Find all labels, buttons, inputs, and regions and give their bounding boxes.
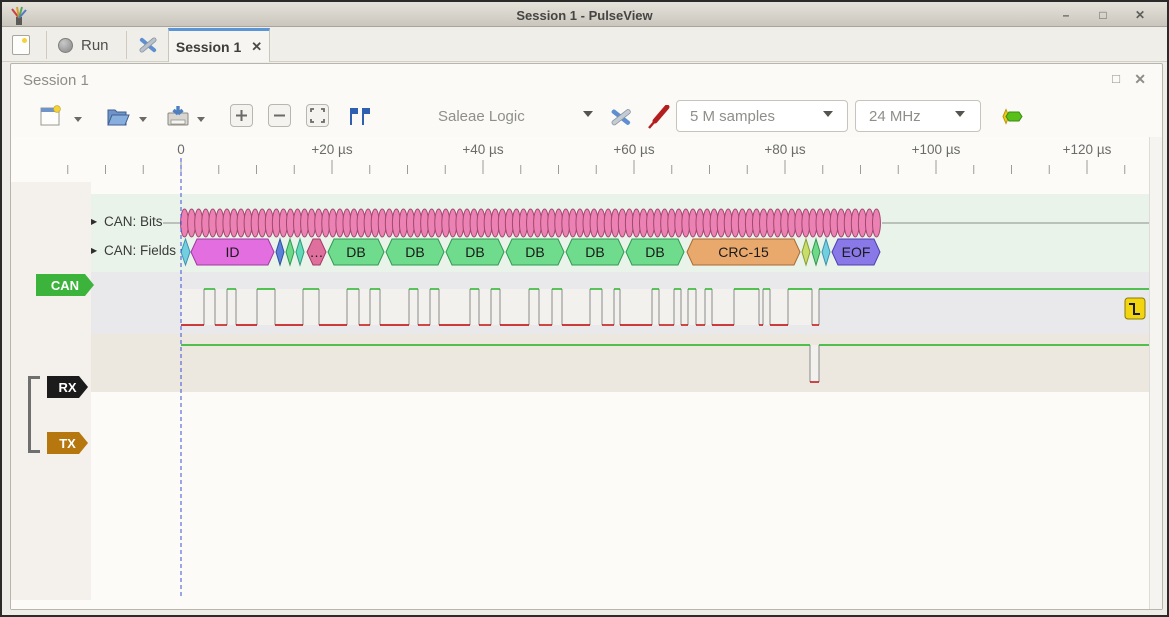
svg-text:+120 µs: +120 µs (1063, 142, 1112, 157)
signal-tag-tx-label: TX (59, 436, 76, 451)
svg-text:…: … (310, 244, 324, 260)
zoom-out-button[interactable] (268, 104, 291, 127)
new-session-icon[interactable] (12, 35, 30, 55)
sample-count-value: 5 M samples (690, 108, 775, 125)
sample-count-caret-icon (823, 111, 833, 117)
sample-rate-caret-icon (955, 111, 965, 117)
dock-title: Session 1 (23, 72, 89, 89)
toolbar-separator (126, 31, 127, 59)
svg-text:+20 µs: +20 µs (311, 142, 352, 157)
window-title: Session 1 - PulseView (2, 8, 1167, 23)
zoom-in-button[interactable] (230, 104, 253, 127)
run-label: Run (81, 37, 109, 54)
session-dock: Session 1 □ ✕ (10, 63, 1163, 610)
markers-icon[interactable] (345, 105, 371, 128)
open-file-icon[interactable] (106, 105, 130, 128)
sample-rate-value: 24 MHz (869, 108, 921, 125)
main-toolbar: Run Session 1 ✕ (2, 28, 1167, 62)
row-label-can-bits: CAN: Bits (104, 214, 163, 229)
titlebar[interactable]: Session 1 - PulseView – □ ✕ (2, 0, 1167, 27)
svg-text:DB: DB (346, 244, 365, 260)
svg-text:DB: DB (525, 244, 544, 260)
decoder-tag-can-label: CAN (51, 278, 79, 293)
capture-toolbar: Saleae Logic 5 M samples 24 MHz (11, 97, 1162, 137)
expander-can-bits-icon[interactable]: ▶ (91, 217, 97, 226)
svg-text:+80 µs: +80 µs (764, 142, 805, 157)
svg-text:EOF: EOF (842, 244, 871, 260)
channel-group-bracket[interactable] (28, 376, 40, 453)
device-select-caret-icon (583, 111, 593, 117)
svg-text:0: 0 (177, 142, 185, 157)
run-state-icon (58, 38, 73, 53)
time-ruler[interactable]: 0 +20 µs +40 µs +60 µs +80 µs +100 µs +120 µs (68, 142, 1162, 174)
minus-icon (269, 105, 290, 126)
new-view-icon[interactable] (39, 105, 62, 128)
channels-config-icon[interactable] (607, 105, 635, 130)
save-icon[interactable] (166, 105, 190, 128)
svg-text:ID: ID (226, 244, 240, 260)
fit-view-icon (307, 105, 328, 126)
trace-view[interactable]: 0 +20 µs +40 µs +60 µs +80 µs +100 µs +120 µs I… (11, 137, 1162, 609)
device-select-value: Saleae Logic (438, 108, 525, 125)
tab-close-icon[interactable]: ✕ (251, 39, 262, 55)
dock-header[interactable]: Session 1 □ ✕ (11, 64, 1162, 96)
add-decoder-icon[interactable] (999, 108, 1025, 125)
right-gutter (1149, 137, 1162, 609)
dock-close-icon[interactable]: ✕ (1134, 71, 1146, 88)
row-label-can-fields: CAN: Fields (104, 243, 176, 258)
signal-tag-rx-label: RX (58, 380, 76, 395)
settings-tools-icon[interactable] (136, 34, 160, 56)
svg-text:DB: DB (585, 244, 604, 260)
trace-canvas[interactable]: 0 +20 µs +40 µs +60 µs +80 µs +100 µs +120 µs I… (11, 137, 1162, 609)
pulseview-window: Session 1 - PulseView – □ ✕ Run Session … (0, 0, 1169, 617)
svg-text:+60 µs: +60 µs (613, 142, 654, 157)
svg-text:DB: DB (405, 244, 424, 260)
dock-float-icon[interactable]: □ (1112, 71, 1120, 86)
expander-can-fields-icon[interactable]: ▶ (91, 246, 97, 255)
svg-text:DB: DB (645, 244, 664, 260)
open-file-dropdown-icon[interactable] (139, 117, 147, 122)
probe-icon[interactable] (645, 105, 671, 130)
decoder-tag-can[interactable]: CAN (36, 274, 94, 296)
svg-text:+100 µs: +100 µs (912, 142, 961, 157)
save-dropdown-icon[interactable] (197, 117, 205, 122)
toolbar-separator (46, 31, 47, 59)
trigger-marker-falling-edge-icon[interactable] (1125, 298, 1145, 319)
maximize-icon[interactable]: □ (1094, 7, 1112, 23)
plus-icon (231, 105, 252, 126)
new-view-dropdown-icon[interactable] (74, 117, 82, 122)
run-button[interactable]: Run (58, 31, 109, 59)
close-icon[interactable]: ✕ (1131, 7, 1149, 23)
zoom-fit-button[interactable] (306, 104, 329, 127)
svg-text:CRC-15: CRC-15 (718, 244, 769, 260)
minimize-icon[interactable]: – (1057, 7, 1075, 23)
svg-text:+40 µs: +40 µs (462, 142, 503, 157)
tab-session-1[interactable]: Session 1 ✕ (168, 28, 270, 62)
tab-label: Session 1 (176, 39, 241, 55)
svg-text:DB: DB (465, 244, 484, 260)
